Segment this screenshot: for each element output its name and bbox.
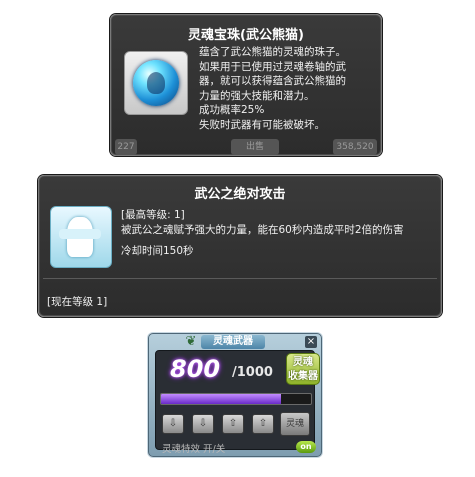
item-desc-line: 力量的强大技能和潜力。 xyxy=(199,89,315,102)
skill-effect-text: 被武公之魂赋予强大的力量，能在60秒内造成平时2倍的伤害 xyxy=(121,224,404,236)
close-button[interactable]: × xyxy=(305,336,317,348)
item-desc-line: 如果用于已使用过灵魂卷轴的武 xyxy=(199,60,346,73)
up-arrow-slot[interactable]: ⇧ xyxy=(252,414,274,434)
item-desc-line: 失败时武器有可能被破坏。 xyxy=(199,118,325,131)
background-sell-button: 出售 xyxy=(231,139,279,155)
background-value-left: 227 xyxy=(115,139,137,155)
skill-description: [最高等级: 1] 被武公之魂赋予强大的力量，能在60秒内造成平时2倍的伤害 冷… xyxy=(121,208,404,259)
skill-icon-frame xyxy=(50,206,112,268)
soul-weapon-panel: ❦ 灵魂武器 × 800 /1000 灵魂 收集器 ⇩ ⇩ ⇧ ⇧ 灵魂 灵魂特… xyxy=(148,333,322,457)
down-arrow-slot[interactable]: ⇩ xyxy=(192,414,214,434)
item-icon-frame xyxy=(124,51,188,115)
tooltip-divider xyxy=(43,278,437,279)
soul-orb-icon xyxy=(133,60,179,106)
soul-effect-toggle[interactable]: on xyxy=(296,441,316,453)
item-tooltip: 灵魂宝珠(武公熊猫) 蕴含了武公熊猫的灵魂的珠子。 如果用于已使用过灵魂卷轴的武… xyxy=(110,14,382,156)
skill-current-level: [现在等级 1] xyxy=(47,296,108,308)
soul-collector-button[interactable]: 灵魂 收集器 xyxy=(286,353,320,385)
background-value-right: 358,520 xyxy=(333,139,377,155)
soul-counter-box: 800 /1000 灵魂 收集器 ⇩ ⇩ ⇧ ⇧ 灵魂 灵魂特效 开/关 on xyxy=(155,350,320,455)
soul-progress-bar xyxy=(160,393,312,405)
item-desc-line: 器，就可以获得蕴含武公熊猫的 xyxy=(199,75,346,87)
skill-cooldown: 冷却时间150秒 xyxy=(121,245,194,257)
down-arrow-slot[interactable]: ⇩ xyxy=(162,414,184,434)
collector-label-line1: 灵魂 xyxy=(293,357,313,368)
item-desc-line: 成功概率25% xyxy=(199,104,265,116)
panel-title: ❦ 灵魂武器 xyxy=(186,334,265,349)
up-arrow-slot[interactable]: ⇧ xyxy=(222,414,244,434)
soul-count: 800 xyxy=(170,355,221,383)
item-description: 蕴含了武公熊猫的灵魂的珠子。 如果用于已使用过灵魂卷轴的武 器，就可以获得蕴含武… xyxy=(199,45,377,132)
soul-effect-label: 灵魂特效 开/关 xyxy=(162,444,226,455)
warrior-statue-icon xyxy=(59,217,101,257)
collector-label-line2: 收集器 xyxy=(288,371,318,382)
item-title: 灵魂宝珠(武公熊猫) xyxy=(188,28,304,43)
panel-title-text: 灵魂武器 xyxy=(213,336,253,347)
soul-progress-fill xyxy=(161,394,281,404)
skill-title: 武公之绝对攻击 xyxy=(194,187,286,202)
soul-max: /1000 xyxy=(232,365,273,380)
skill-max-level: [最高等级: 1] xyxy=(121,209,185,221)
leaf-icon: ❦ xyxy=(185,334,197,349)
soul-skill-slot[interactable]: 灵魂 xyxy=(280,412,310,436)
skill-tooltip: 武公之绝对攻击 [最高等级: 1] 被武公之魂赋予强大的力量，能在60秒内造成平… xyxy=(38,175,442,317)
item-desc-line: 蕴含了武公熊猫的灵魂的珠子。 xyxy=(199,46,346,58)
